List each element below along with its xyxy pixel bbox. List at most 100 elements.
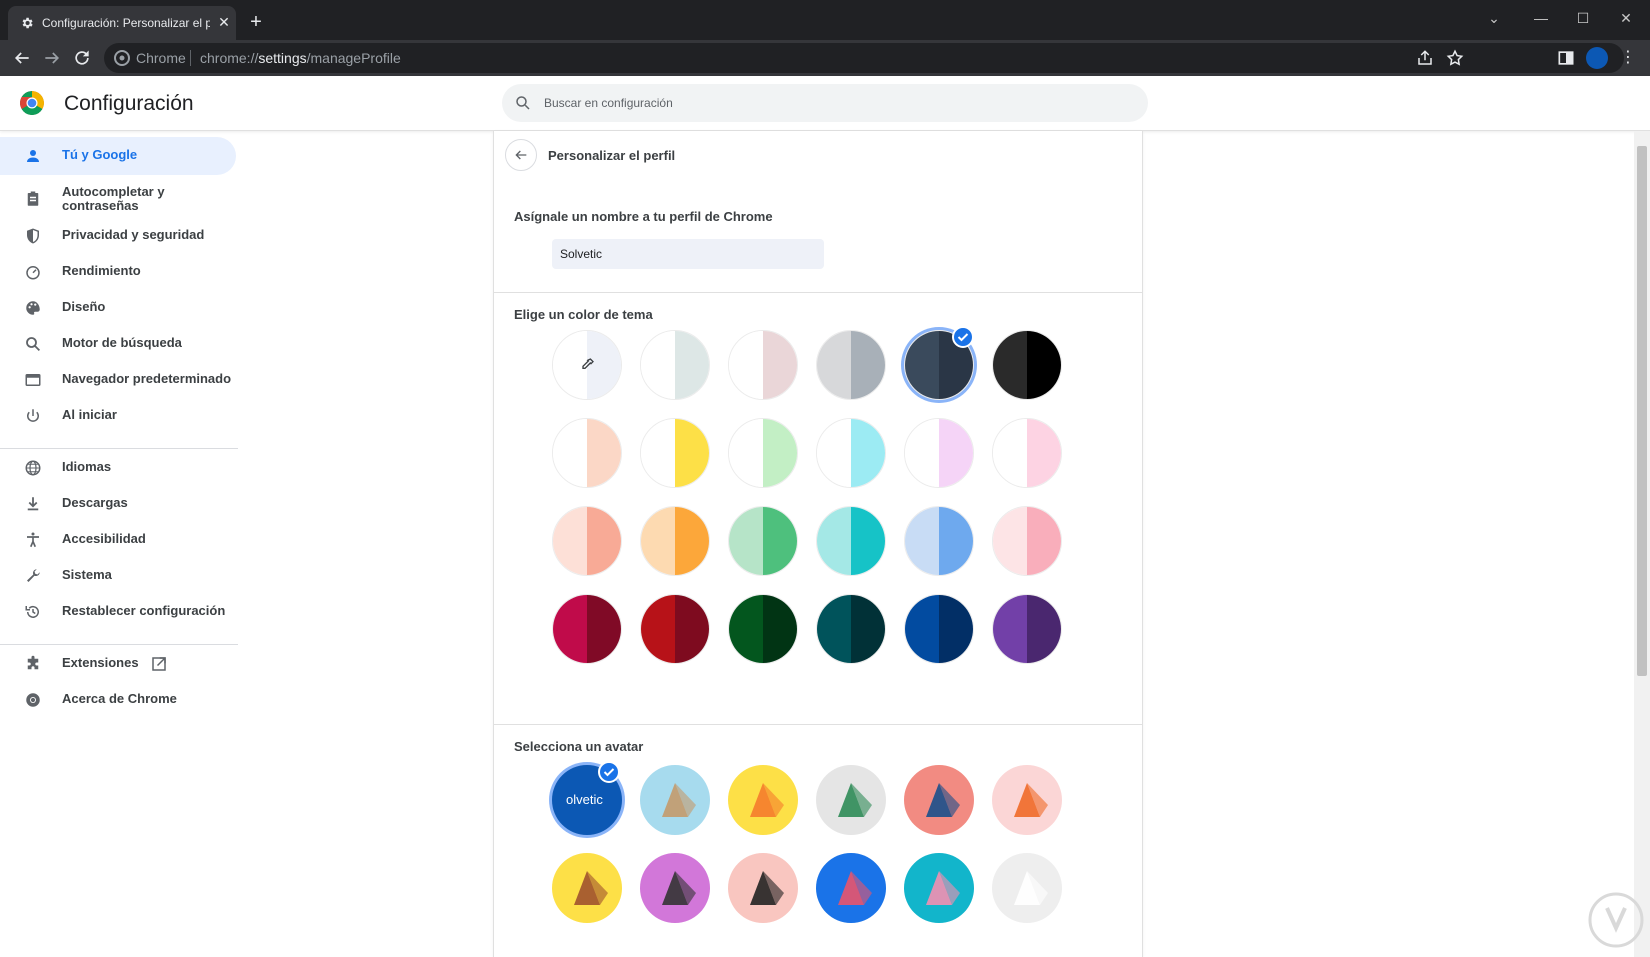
sidebar-item-acerca-de-chrome[interactable]: Acerca de Chrome	[0, 681, 236, 719]
swatch-left-half	[729, 507, 763, 575]
forward-arrow-icon[interactable]	[42, 48, 62, 68]
sidebar-item-label: Privacidad y seguridad	[62, 227, 205, 242]
swatch-right-half	[675, 595, 709, 663]
swatch-left-half	[905, 419, 939, 487]
origami-cat-avatar-icon[interactable]	[640, 765, 710, 835]
sidebar-item-extensiones[interactable]: Extensiones	[0, 645, 236, 683]
gear-icon	[22, 17, 33, 29]
origami-elephant-avatar-icon[interactable]	[904, 765, 974, 835]
theme-color-swatch[interactable]	[552, 594, 622, 664]
theme-color-swatch[interactable]	[816, 594, 886, 664]
origami-penguin-avatar-icon[interactable]	[728, 853, 798, 923]
origami-fox2-avatar-icon[interactable]	[992, 765, 1062, 835]
tab-settings[interactable]: Configuración: Personalizar el pe ✕	[8, 6, 236, 40]
profile-name-label: Asígnale un nombre a tu perfil de Chrome	[514, 209, 773, 224]
theme-color-swatch[interactable]	[816, 506, 886, 576]
globe-icon	[25, 460, 41, 476]
profile-name-field[interactable]	[552, 239, 824, 269]
theme-color-swatch[interactable]	[552, 506, 622, 576]
back-arrow-icon[interactable]	[12, 48, 32, 68]
more-menu-icon[interactable]: ⋮	[1620, 48, 1636, 68]
theme-color-swatch[interactable]	[640, 594, 710, 664]
origami-figure	[750, 871, 784, 905]
settings-search[interactable]	[502, 84, 1148, 122]
sidebar-item-idiomas[interactable]: Idiomas	[0, 449, 236, 487]
theme-color-swatch[interactable]	[904, 594, 974, 664]
sidebar-item-label: Sistema	[62, 567, 112, 582]
tab-search-chevron-icon[interactable]: ⌄	[1480, 5, 1508, 31]
page-scrollbar[interactable]	[1634, 131, 1650, 957]
origami-panda-avatar-icon[interactable]	[640, 853, 710, 923]
theme-color-swatch[interactable]	[728, 418, 798, 488]
theme-color-swatch[interactable]	[552, 418, 622, 488]
profile-avatar[interactable]	[1586, 47, 1608, 69]
origami-fox-avatar-icon[interactable]	[728, 765, 798, 835]
back-button[interactable]	[505, 139, 537, 171]
bookmark-star-icon[interactable]	[1446, 49, 1464, 67]
origami-figure	[926, 871, 960, 905]
origami-figure	[662, 871, 696, 905]
theme-color-swatch[interactable]	[904, 418, 974, 488]
sidebar-item-sistema[interactable]: Sistema	[0, 557, 236, 595]
sidebar-item-autocompletar[interactable]: Autocompletar y contraseñas	[0, 177, 236, 221]
search-input[interactable]	[544, 93, 1124, 113]
theme-color-swatch[interactable]	[816, 330, 886, 400]
origami-unicorn-avatar-icon[interactable]	[992, 853, 1062, 923]
origami-monkey-avatar-icon[interactable]	[552, 853, 622, 923]
theme-color-swatch[interactable]	[728, 594, 798, 664]
origami-dragon-avatar-icon[interactable]	[816, 765, 886, 835]
sidebar-item-accesibilidad[interactable]: Accesibilidad	[0, 521, 236, 559]
sidebar-item-label: Rendimiento	[62, 263, 141, 278]
sidebar-item-al-iniciar[interactable]: Al iniciar	[0, 397, 236, 435]
reload-icon[interactable]	[72, 48, 92, 68]
theme-color-swatch[interactable]	[640, 330, 710, 400]
theme-color-swatch[interactable]	[816, 418, 886, 488]
sidebar-item-tu-y-google[interactable]: Tú y Google	[0, 137, 236, 175]
swatch-right-half	[851, 419, 885, 487]
swatch-left-half	[905, 331, 939, 399]
theme-color-swatch[interactable]	[992, 594, 1062, 664]
chrome-logo	[20, 91, 44, 115]
new-tab-button[interactable]: +	[246, 12, 266, 33]
swatch-left-half	[553, 507, 587, 575]
origami-figure	[750, 783, 784, 817]
puzzle-icon	[27, 655, 39, 670]
sidebar-item-restablecer[interactable]: Restablecer configuración	[0, 593, 236, 631]
page-title: Configuración	[64, 92, 194, 115]
theme-color-swatch[interactable]	[640, 418, 710, 488]
sidebar-item-label: Motor de búsqueda	[62, 335, 182, 350]
share-icon[interactable]	[1416, 49, 1434, 67]
section-divider	[494, 724, 1142, 725]
clipboard-icon	[27, 191, 39, 206]
theme-color-swatch[interactable]	[728, 506, 798, 576]
wrench-icon	[27, 569, 40, 582]
sidebar-item-label: Tú y Google	[62, 147, 138, 162]
swatch-left-half	[553, 595, 587, 663]
scrollbar-thumb[interactable]	[1637, 146, 1647, 676]
custom-color-swatch[interactable]	[552, 330, 622, 400]
chrome-icon	[26, 693, 40, 707]
eyedropper-icon	[582, 358, 594, 369]
omnibox[interactable]: Chrome chrome://settings/manageProfile	[104, 43, 1624, 73]
origami-butterfly-avatar-icon[interactable]	[816, 853, 886, 923]
sidebar-item-diseno[interactable]: Diseño	[0, 289, 236, 327]
sidebar-item-rendimiento[interactable]: Rendimiento	[0, 253, 236, 291]
sidebar-item-privacidad[interactable]: Privacidad y seguridad	[0, 217, 236, 255]
chrome-icon	[114, 50, 130, 66]
side-panel-icon[interactable]	[1556, 48, 1576, 68]
close-window-button[interactable]: ✕	[1612, 5, 1640, 31]
maximize-button[interactable]: ☐	[1569, 5, 1597, 31]
theme-color-swatch[interactable]	[992, 330, 1062, 400]
sidebar-item-descargas[interactable]: Descargas	[0, 485, 236, 523]
origami-rabbit-avatar-icon[interactable]	[904, 853, 974, 923]
theme-color-swatch[interactable]	[904, 506, 974, 576]
theme-color-swatch[interactable]	[992, 506, 1062, 576]
swatch-right-half	[939, 595, 973, 663]
theme-color-swatch[interactable]	[728, 330, 798, 400]
sidebar-item-navegador-predeterminado[interactable]: Navegador predeterminado	[0, 361, 236, 399]
minimize-button[interactable]: —	[1527, 5, 1555, 31]
theme-color-swatch[interactable]	[992, 418, 1062, 488]
close-tab-icon[interactable]: ✕	[216, 14, 232, 30]
sidebar-item-motor-busqueda[interactable]: Motor de búsqueda	[0, 325, 236, 363]
theme-color-swatch[interactable]	[640, 506, 710, 576]
